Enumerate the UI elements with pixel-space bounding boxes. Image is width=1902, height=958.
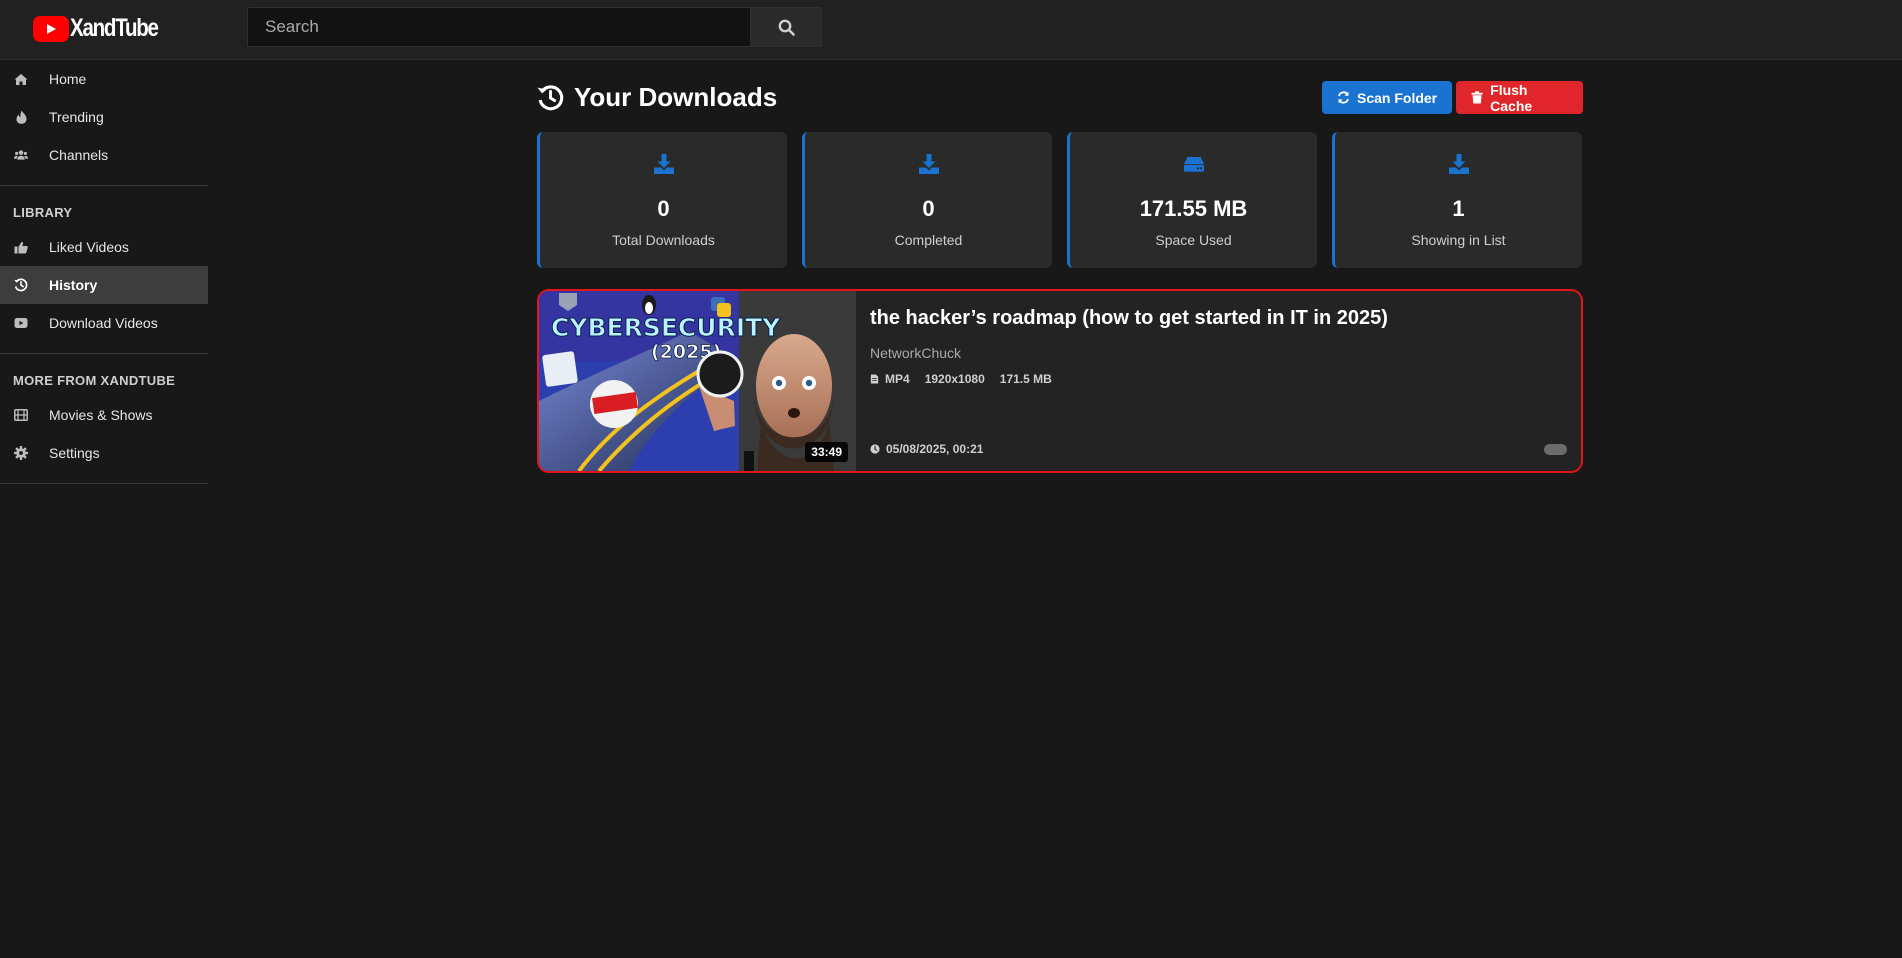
stat-label: Showing in List — [1411, 232, 1506, 248]
sidebar-item-history[interactable]: History — [0, 266, 208, 304]
flush-cache-button[interactable]: Flush Cache — [1456, 81, 1583, 114]
video-duration: 33:49 — [805, 442, 848, 462]
sidebar-item-download-videos[interactable]: Download Videos — [0, 304, 208, 342]
sidebar-item-label: History — [49, 277, 98, 293]
stat-card-showing-in-list: 1 Showing in List — [1332, 132, 1582, 268]
video-size: 171.5 MB — [999, 372, 1052, 386]
stat-card-completed: 0 Completed — [802, 132, 1052, 268]
hdd-icon — [1183, 157, 1204, 172]
video-download-date: 05/08/2025, 00:21 — [870, 442, 983, 456]
users-icon — [14, 148, 28, 162]
video-format: MP4 — [885, 372, 910, 386]
refresh-icon — [1338, 91, 1349, 104]
flush-cache-label: Flush Cache — [1490, 81, 1533, 114]
app-logo[interactable]: XandTube — [33, 14, 177, 43]
video-resolution: 1920x1080 — [924, 372, 985, 386]
video-info: the hacker’s roadmap (how to get started… — [870, 291, 1581, 471]
sidebar-item-label: Settings — [49, 445, 100, 461]
stat-value: 0 — [657, 196, 670, 221]
sidebar-item-trending[interactable]: Trending — [0, 98, 208, 136]
stat-value: 1 — [1452, 196, 1465, 221]
search-button[interactable] — [751, 7, 822, 47]
video-toggle[interactable] — [1544, 444, 1567, 455]
stat-card-space-used: 171.55 MB Space Used — [1067, 132, 1317, 268]
sidebar-divider — [0, 353, 208, 354]
video-meta: MP4 1920x1080 171.5 MB — [870, 372, 1067, 386]
download-video-card[interactable]: CYBERSECURITY (2025) 33:49 the hacker’s … — [537, 289, 1583, 473]
stat-label: Space Used — [1155, 232, 1232, 248]
film-icon — [14, 408, 28, 422]
file-icon — [870, 374, 879, 384]
play-logo-icon — [33, 15, 69, 42]
sidebar-divider — [0, 185, 208, 186]
sidebar-item-label: Movies & Shows — [49, 407, 153, 423]
fire-icon — [14, 110, 28, 124]
gear-icon — [14, 446, 28, 460]
sidebar-item-movies-shows[interactable]: Movies & Shows — [0, 396, 208, 434]
stat-value: 171.55 MB — [1139, 196, 1248, 221]
sidebar-item-label: Channels — [49, 147, 109, 163]
stat-label: Completed — [894, 232, 963, 248]
more-heading: MORE FROM XANDTUBE — [13, 373, 176, 388]
clock-icon — [870, 444, 880, 454]
library-heading: LIBRARY — [13, 205, 73, 220]
sidebar-item-label: Download Videos — [49, 315, 158, 331]
download-icon — [653, 154, 674, 174]
page-header: Your Downloads Scan Folder Flush Cache — [537, 78, 1583, 120]
search-bar — [247, 7, 822, 47]
sidebar-item-settings[interactable]: Settings — [0, 434, 208, 472]
trash-icon — [1471, 91, 1483, 104]
thumbnail-title-text: CYBERSECURITY — [551, 313, 781, 342]
sidebar-item-label: Liked Videos — [49, 239, 129, 255]
home-icon — [14, 72, 28, 86]
video-thumbnail[interactable]: CYBERSECURITY (2025) 33:49 — [539, 291, 856, 471]
thumbs-up-icon — [14, 240, 28, 254]
app-name: XandTube — [70, 14, 159, 42]
page-title-text: Your Downloads — [574, 82, 778, 112]
sidebar-item-label: Home — [49, 71, 87, 87]
top-header: XandTube — [0, 0, 1902, 60]
history-icon — [14, 278, 28, 292]
sidebar-item-label: Trending — [49, 109, 104, 125]
page-title: Your Downloads — [537, 82, 777, 113]
video-icon — [14, 316, 28, 330]
scan-folder-button[interactable]: Scan Folder — [1322, 81, 1453, 114]
sidebar-item-channels[interactable]: Channels — [0, 136, 208, 174]
download-icon — [1448, 154, 1469, 174]
scan-folder-label: Scan Folder — [1357, 89, 1438, 106]
video-title[interactable]: the hacker’s roadmap (how to get started… — [870, 307, 1388, 330]
stat-value: 0 — [922, 196, 935, 221]
sidebar: Home Trending Channels LIBRARY Liked Vid… — [0, 60, 208, 495]
search-input[interactable] — [247, 7, 751, 47]
video-date-text: 05/08/2025, 00:21 — [886, 442, 984, 456]
download-icon — [918, 154, 939, 174]
sidebar-divider — [0, 483, 208, 484]
stat-card-total-downloads: 0 Total Downloads — [537, 132, 787, 268]
sidebar-item-home[interactable]: Home — [0, 60, 208, 98]
video-channel[interactable]: NetworkChuck — [870, 345, 961, 361]
stat-label: Total Downloads — [612, 232, 715, 248]
sidebar-item-liked-videos[interactable]: Liked Videos — [0, 228, 208, 266]
history-icon — [537, 85, 564, 111]
search-icon — [778, 19, 795, 36]
